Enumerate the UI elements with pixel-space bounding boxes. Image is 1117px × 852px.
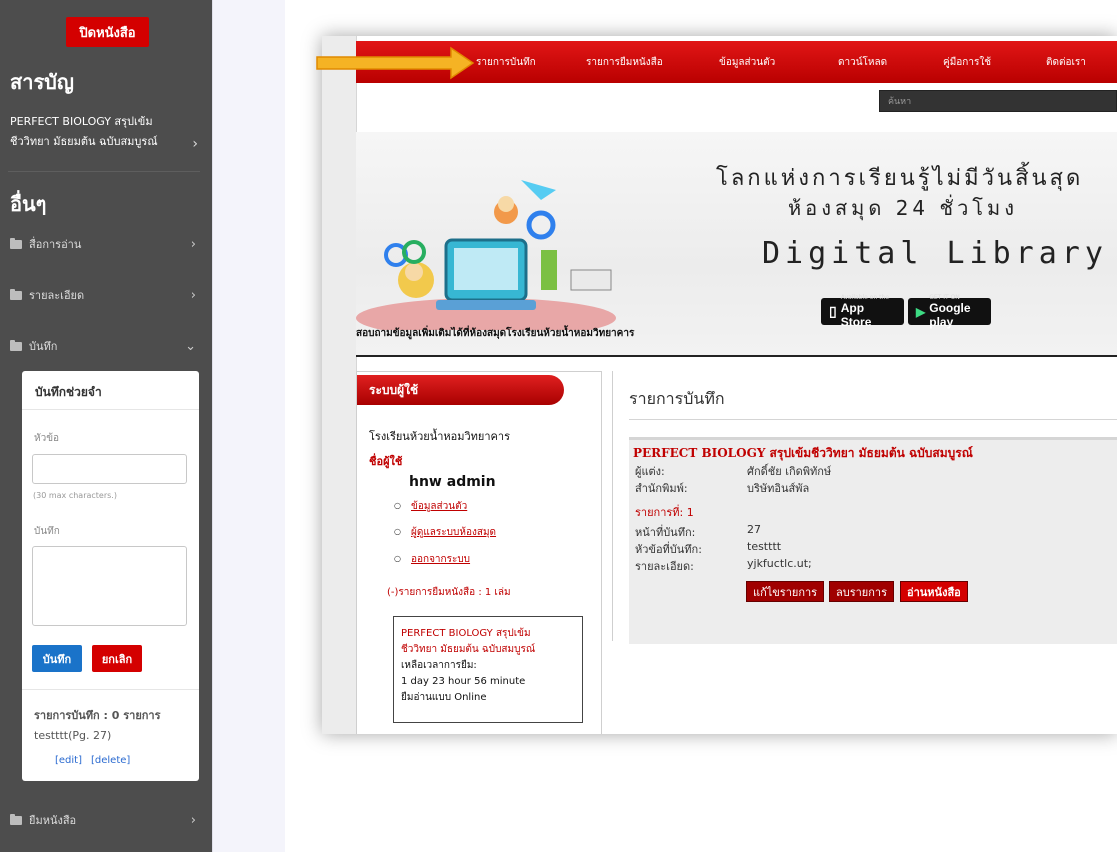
sidebar-item-reading-media[interactable]: สื่อการอ่าน › — [10, 232, 196, 256]
topic-label: หัวข้อ — [34, 433, 60, 444]
note-label: บันทึก — [34, 526, 60, 537]
chevron-right-icon: › — [190, 236, 196, 252]
banner-caption: สอบถามข้อมูลเพิ่มเติมได้ที่ห้องสมุดโรงเร… — [356, 328, 635, 339]
banner-subtitle: ห้องสมุด 24 ชั่วโมง — [788, 196, 1018, 220]
max-chars-hint: (30 max characters.) — [33, 491, 117, 500]
folder-icon — [10, 339, 22, 351]
page-margin — [322, 36, 357, 734]
sidebar-item-label: ยืมหนังสือ — [29, 814, 77, 827]
note-record: PERFECT BIOLOGY สรุปเข้มชีววิทยา มัธยมต้… — [629, 437, 1117, 644]
library-banner: โลกแห่งการเรียนรู้ไม่มีวันสิ้นสุด ห้องสม… — [356, 132, 1117, 357]
kids-computer-illustration — [356, 180, 616, 330]
notes-card-title: บันทึกช่วยจำ — [35, 385, 102, 399]
nav-notes[interactable]: รายการบันทึก — [476, 55, 536, 70]
username: hnw admin — [409, 474, 496, 490]
detail-label: รายละเอียด: — [635, 560, 694, 573]
edit-note-link[interactable]: [edit] — [55, 755, 82, 766]
logout-link[interactable]: ออกจากระบบ — [394, 552, 470, 567]
profile-link[interactable]: ข้อมูลส่วนตัว — [394, 499, 467, 514]
sidebar-item-label: บันทึก — [29, 340, 58, 353]
nav-download[interactable]: ดาวน์โหลด — [838, 55, 887, 70]
search-input[interactable]: ค้นหา — [879, 90, 1117, 112]
borrowed-book-box: PERFECT BIOLOGY สรุปเข้ม ชีววิทยา มัธยมต… — [393, 616, 583, 723]
folder-icon — [10, 813, 22, 825]
notes-card: บันทึกช่วยจำ หัวข้อ (30 max characters.)… — [22, 371, 199, 781]
borrow-mode: ยืมอ่านแบบ Online — [401, 692, 487, 703]
sidebar-gutter — [212, 0, 285, 852]
topic-value: testttt — [747, 540, 782, 553]
chevron-right-icon: › — [190, 287, 196, 303]
chevron-right-icon: › — [192, 136, 198, 152]
school-name: โรงเรียนห้วยน้ำหอมวิทยาคาร — [369, 430, 510, 443]
other-heading: อื่นๆ — [10, 192, 47, 216]
highlight-arrow-icon — [316, 46, 475, 80]
publisher-label: สำนักพิมพ์: — [635, 482, 688, 495]
borrowed-count[interactable]: (-)รายการยืมหนังสือ : 1 เล่ม — [387, 585, 511, 600]
author-label: ผู้แต่ง: — [635, 465, 665, 478]
record-number: รายการที่: 1 — [635, 506, 694, 519]
app-store-badge[interactable]: ▯ Available on the App Store — [821, 294, 904, 329]
borrowed-book-title-line2[interactable]: ชีววิทยา มัธยมต้น ฉบับสมบูรณ์ — [401, 642, 575, 658]
chevron-down-icon: ⌄ — [185, 338, 196, 354]
reader-sidebar: ปิดหนังสือ สารบัญ PERFECT BIOLOGY สรุปเข… — [0, 0, 212, 852]
note-entry: testttt(Pg. 27) — [34, 729, 112, 742]
divider — [8, 171, 200, 172]
divider — [22, 409, 199, 410]
nav-manual[interactable]: คู่มือการใช้ — [943, 55, 991, 70]
record-book-title[interactable]: PERFECT BIOLOGY สรุปเข้มชีววิทยา มัธยมต้… — [633, 444, 973, 463]
notes-count: รายการบันทึก : 0 รายการ — [34, 709, 161, 722]
sidebar-item-borrow[interactable]: ยืมหนังสือ › — [10, 808, 196, 832]
user-panel-title: ระบบผู้ใช้ — [357, 375, 564, 405]
admin-link[interactable]: ผู้ดูแลระบบห้องสมุด — [394, 525, 496, 540]
toc-book-link[interactable]: PERFECT BIOLOGY สรุปเข้ม ชีววิทยา มัธยมต… — [10, 112, 198, 152]
sidebar-item-notes[interactable]: บันทึก ⌄ — [10, 334, 196, 358]
library-website: รายการบันทึก รายการยืมหนังสือ ข้อมูลส่วน… — [322, 36, 1117, 734]
sidebar-item-label: สื่อการอ่าน — [29, 238, 82, 251]
remaining-time: 1 day 23 hour 56 minute — [401, 676, 526, 687]
page-value: 27 — [747, 523, 761, 536]
book-title-line2: ชีววิทยา มัธยมต้น ฉบับสมบูรณ์ — [10, 135, 158, 148]
note-textarea[interactable] — [32, 546, 187, 626]
page-label: หน้าที่บันทึก: — [635, 526, 696, 539]
cancel-note-button[interactable]: ยกเลิก — [92, 645, 142, 672]
nav-profile[interactable]: ข้อมูลส่วนตัว — [719, 55, 775, 70]
publisher-value: บริษัทอินส์พัล — [747, 482, 810, 495]
save-note-button[interactable]: บันทึก — [32, 645, 82, 672]
banner-title: Digital Library — [762, 236, 1108, 271]
edit-record-button[interactable]: แก้ไขรายการ — [746, 581, 825, 602]
topic-label: หัวข้อที่บันทึก: — [635, 543, 702, 556]
remaining-time-label: เหลือเวลาการยืม: — [401, 660, 477, 671]
nav-borrowed[interactable]: รายการยืมหนังสือ — [586, 55, 663, 70]
topic-input[interactable] — [32, 454, 187, 484]
detail-value: yjkfuctlc.ut; — [747, 557, 812, 570]
delete-record-button[interactable]: ลบรายการ — [829, 581, 894, 602]
banner-slogan: โลกแห่งการเรียนรู้ไม่มีวันสิ้นสุด — [716, 166, 1084, 191]
page-title: รายการบันทึก — [629, 389, 725, 408]
read-book-button[interactable]: อ่านหนังสือ — [900, 581, 968, 602]
folder-icon — [10, 288, 22, 300]
nav-contact[interactable]: ติดต่อเรา — [1046, 55, 1086, 70]
sidebar-item-label: รายละเอียด — [29, 289, 85, 302]
play-icon: ▶ — [916, 304, 926, 319]
toc-heading: สารบัญ — [10, 70, 74, 94]
google-play-badge[interactable]: ▶ GET IT ON Google play — [908, 294, 991, 329]
username-label: ชื่อผู้ใช้ — [369, 455, 403, 468]
sidebar-item-details[interactable]: รายละเอียด › — [10, 283, 196, 307]
notes-content: รายการบันทึก PERFECT BIOLOGY สรุปเข้มชีว… — [612, 371, 1117, 644]
author-value: ศักดิ์ชัย เกิดพิทักษ์ — [747, 465, 832, 478]
delete-note-link[interactable]: [delete] — [91, 755, 130, 766]
apple-icon: ▯ — [829, 303, 837, 319]
divider — [22, 689, 199, 690]
divider — [629, 419, 1117, 420]
book-title-line1: PERFECT BIOLOGY สรุปเข้ม — [10, 115, 153, 128]
user-panel: ระบบผู้ใช้ โรงเรียนห้วยน้ำหอมวิทยาคาร ชื… — [356, 371, 602, 734]
folder-icon — [10, 237, 22, 249]
chevron-right-icon: › — [190, 812, 196, 828]
close-book-button[interactable]: ปิดหนังสือ — [66, 17, 149, 47]
borrowed-book-title-line1[interactable]: PERFECT BIOLOGY สรุปเข้ม — [401, 626, 575, 642]
